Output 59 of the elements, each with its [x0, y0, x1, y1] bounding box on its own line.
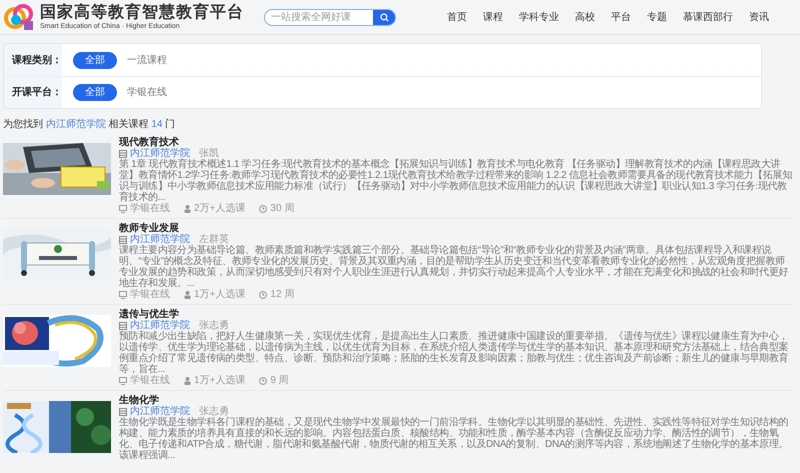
nav-link[interactable]: 平台 [611, 10, 631, 24]
nav-link[interactable]: 慕课西部行 [683, 10, 733, 24]
teacher-name: 张志勇 [199, 320, 229, 331]
course-duration: 12 周 [270, 289, 294, 300]
school-link[interactable]: 内江师范学院 [130, 148, 190, 159]
nav-link[interactable]: 课程 [483, 10, 503, 24]
enrollment-count: 1万+人选课 [194, 289, 246, 300]
course-description: 课程主要内容分为基础导论篇、教师素质篇和教学实践篇三个部分。基础导论篇包括“导论”和“教师专业化的背景及内涵”两章。具体包括课程导入和课程说明、“专业”的概念及特征、教师专业化的发展历史、背景及其双重内涵，目的是帮助学生从历史变迁和当代变革看教师专业化的必然性，从宏观角度把握教师专业发展的趋势和政策，从而深切地感受到只有对个人职业生涯进行认真规划，并切实行动起来提高个人专业水平，才能在充满变化和挑战的社会和时代更好地生存和发展。... [119, 245, 790, 289]
filter-option[interactable]: 一流课程 [127, 52, 167, 68]
enrollment-count: 1万+人选课 [194, 375, 246, 386]
person-icon [184, 376, 191, 384]
monitor-icon [119, 376, 127, 384]
course-title[interactable]: 教师专业发展 [119, 223, 793, 234]
clock-icon [259, 290, 268, 298]
teacher-name: 左群英 [199, 234, 229, 245]
nav-link[interactable]: 资讯 [749, 10, 769, 24]
platform-label: 学银在线 [130, 203, 170, 214]
clock-icon [259, 204, 268, 212]
course-duration: 9 周 [270, 375, 289, 386]
person-icon [184, 290, 191, 298]
enrollment-count: 2万+人选课 [194, 203, 246, 214]
school-link[interactable]: 内江师范学院 [130, 320, 190, 331]
result-summary: 为您找到 内江师范学院 相关课程 14 门 [3, 119, 176, 131]
clock-icon [259, 376, 268, 384]
teacher-name: 张志勇 [199, 406, 229, 417]
building-icon [119, 150, 127, 158]
building-icon [119, 408, 127, 416]
monitor-icon [119, 290, 127, 298]
search-button[interactable] [373, 10, 395, 24]
course-description: 预防和减少出生缺陷，把好人生健康第一关，实现优生优育，是提高出生人口素质、推进健康中国建设的重要举措。《遗传与优生》课程以健康生育为中心，以遗传学、优生学为理论基础，以遗传病为主线，以优生优育为目标，在系统介绍人类遗传学与优生学的基本知识、基本原理和研究方法基础上，结合典型案例重点介绍了常见遗传病的类型、特点、诊断、预防和治疗策略；胚胎的生长发育及影响因素；胎教与优生；优生咨询及产前诊断；新生儿的健康与早期教育等，旨在... [119, 331, 790, 375]
search-field[interactable]: 一站搜索全网好课 [264, 8, 396, 26]
course-description: 第 1章 现代教育技术概述1.1 学习任务:现代教育技术的基本概念【拓展知识与训练】教育技术与电化教育 【任务驱动】理解教育技术的内涵【课程思政大讲堂】教育情怀1.2学习任务:教师学习现代教育技术的必要性1.2.1现代教育技术给教学过程带来的影响 1.2.2 信息社会教师需要具备的现代教育技术能力【拓展知识与训练】中小学教师信息技术应用能力标准（试行）【任务驱动】对中小学教师信息技术应用能力的认识【课程思政大讲堂】职业认知1.3 学习任务:现代教育技术的... [119, 159, 793, 203]
person-icon [184, 204, 191, 212]
building-icon [119, 322, 127, 330]
school-link[interactable]: 内江师范学院 [130, 234, 190, 245]
course-description: 生物化学既是生物学科各门课程的基础，又是现代生物学中发展最快的一门前沿学科。生物化学以其明显的基础性、先进性、实践性等特征对学生知识结构的构建、能力素质的培养具有直接的和长远的影响。内容包括蛋白质、核酸结构、功能和性质，酶学基本内容（含酶促反应动力学、酶活性的调节），生物氧化、电子传递和ATP合成，糖代谢，脂代谢和氨基酸代谢，物质代谢的相互关系，以及DNA的复制、DNA的测序等内容，系统地阐述了生物化学的基本原理。该课程强调... [119, 417, 790, 461]
course-duration: 30 周 [270, 203, 294, 214]
course-title[interactable]: 生物化学 [119, 395, 793, 406]
search-icon [380, 12, 388, 22]
logo-icon [4, 3, 34, 31]
filter-label: 开课平台： [12, 86, 62, 100]
monitor-icon [119, 204, 127, 212]
building-icon [119, 236, 127, 244]
filter-option[interactable]: 全部 [73, 84, 117, 101]
site-title: 国家高等教育智慧教育平台 [40, 4, 244, 20]
school-link[interactable]: 内江师范学院 [46, 119, 106, 130]
course-title[interactable]: 遗传与优生学 [119, 309, 793, 320]
school-link[interactable]: 内江师范学院 [130, 406, 190, 417]
platform-label: 学银在线 [130, 375, 170, 386]
teacher-name: 张凯 [199, 148, 219, 159]
filter-label: 课程类别： [12, 54, 62, 68]
nav-link[interactable]: 首页 [447, 10, 467, 24]
platform-label: 学银在线 [130, 289, 170, 300]
nav-link[interactable]: 专题 [647, 10, 667, 24]
course-title[interactable]: 现代教育技术 [119, 137, 793, 148]
nav-link[interactable]: 学科专业 [519, 10, 559, 24]
filter-option[interactable]: 学银在线 [127, 84, 167, 101]
nav-link[interactable]: 高校 [575, 10, 595, 24]
filter-option[interactable]: 全部 [73, 52, 117, 68]
